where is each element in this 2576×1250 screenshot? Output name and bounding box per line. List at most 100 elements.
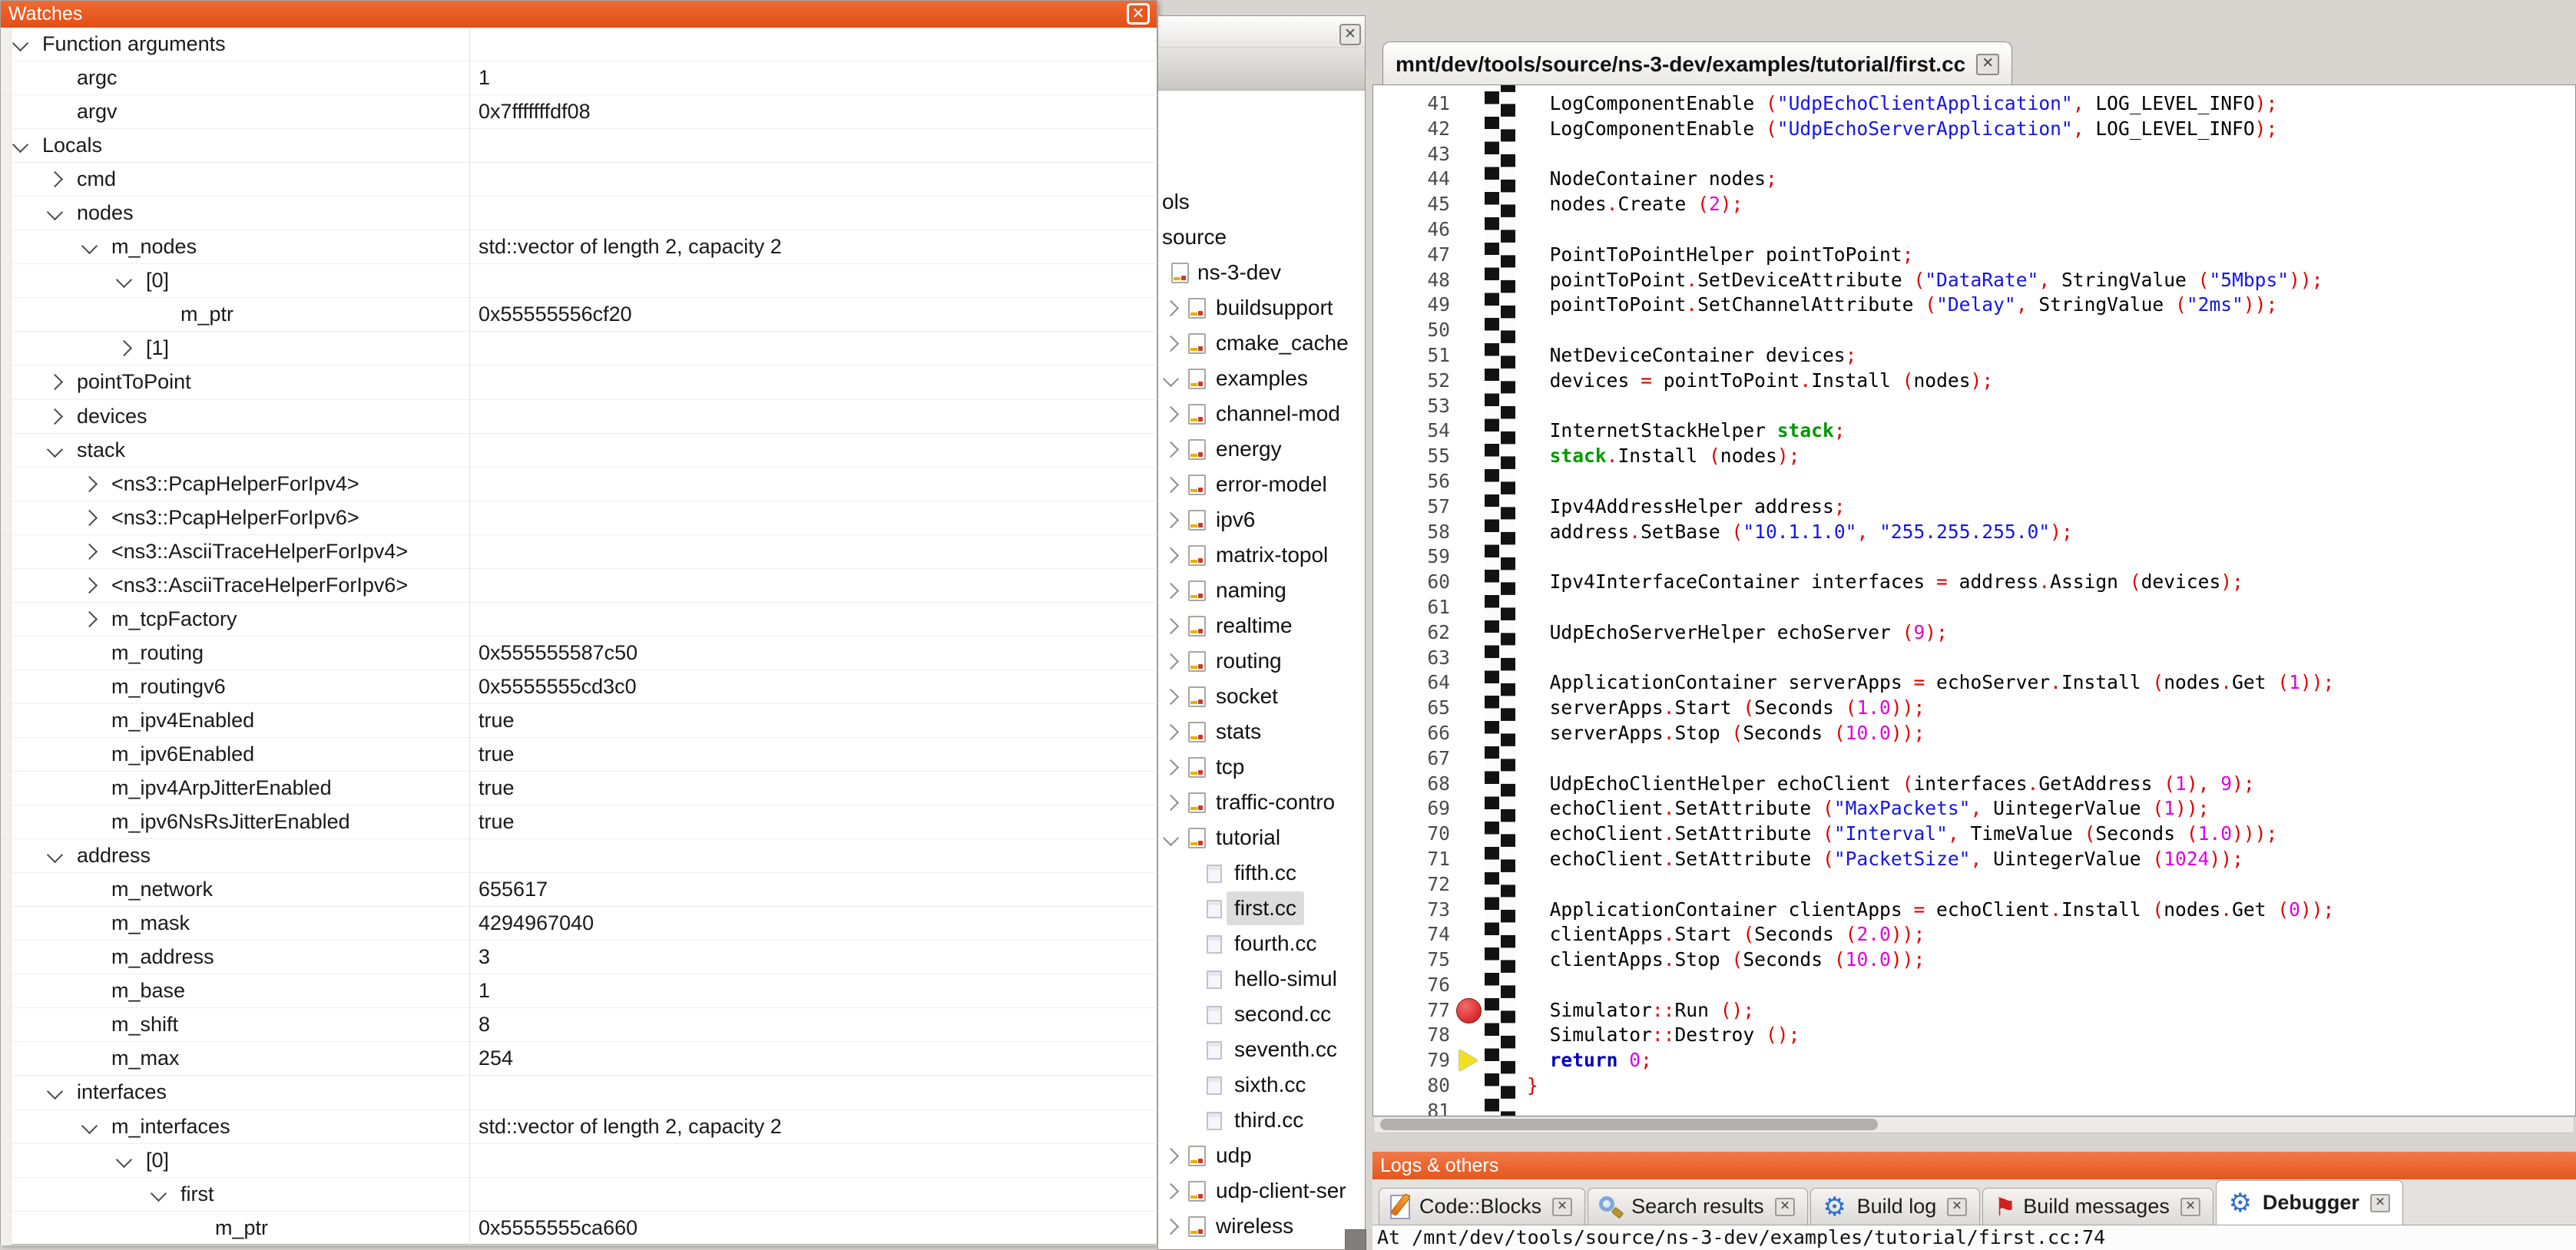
line-number[interactable]: 66 — [1373, 721, 1450, 746]
watch-row[interactable]: pointToPoint — [1, 365, 1158, 399]
code-line-71[interactable]: 71 echoClient.SetAttribute ("PacketSize"… — [1373, 847, 2575, 872]
chevron-right-icon[interactable] — [47, 408, 63, 424]
logs-tab-search-results[interactable]: Search results✕ — [1588, 1188, 1808, 1225]
chevron-down-icon[interactable] — [47, 1083, 63, 1100]
tree-item-sixth-cc[interactable]: sixth.cc — [1158, 1068, 1365, 1103]
watch-row[interactable]: <ns3::AsciiTraceHelperForIpv4> — [1, 535, 1158, 569]
logs-tab-debugger[interactable]: ⚙Debugger✕ — [2216, 1180, 2403, 1225]
chevron-right-icon[interactable] — [47, 374, 63, 390]
line-number[interactable]: 41 — [1373, 91, 1450, 117]
line-number[interactable]: 72 — [1373, 872, 1450, 898]
editor-horizontal-scrollbar[interactable] — [1373, 1116, 2574, 1133]
tree-item-fourth-cc[interactable]: fourth.cc — [1158, 927, 1365, 962]
chevron-down-icon[interactable] — [47, 847, 63, 863]
close-icon[interactable]: ✕ — [2180, 1198, 2200, 1216]
logs-tab-code-blocks[interactable]: Code::Blocks✕ — [1379, 1188, 1585, 1225]
code-line-41[interactable]: 41 LogComponentEnable ("UdpEchoClientApp… — [1373, 91, 2575, 117]
tree-item-label[interactable]: cmake_cache — [1216, 326, 1349, 360]
code-line-60[interactable]: 60 Ipv4InterfaceContainer interfaces = a… — [1373, 570, 2575, 595]
chevron-right-icon[interactable] — [1163, 336, 1179, 352]
tree-item-channel-mod[interactable]: channel-mod — [1158, 397, 1365, 432]
line-number[interactable]: 76 — [1373, 973, 1450, 998]
line-number[interactable]: 81 — [1373, 1099, 1450, 1116]
watch-row[interactable]: m_max254 — [1, 1042, 1158, 1076]
code-line-70[interactable]: 70 echoClient.SetAttribute ("Interval", … — [1373, 822, 2575, 847]
code-line-64[interactable]: 64 ApplicationContainer serverApps = ech… — [1373, 670, 2575, 696]
tree-item-udp[interactable]: udp — [1158, 1139, 1365, 1174]
code-line-50[interactable]: 50 — [1373, 318, 2575, 343]
chevron-right-icon[interactable] — [1163, 759, 1179, 775]
chevron-right-icon[interactable] — [116, 340, 132, 356]
code-line-49[interactable]: 49 pointToPoint.SetChannelAttribute ("De… — [1373, 293, 2575, 318]
code-line-67[interactable]: 67 — [1373, 746, 2575, 772]
code-line-44[interactable]: 44 NodeContainer nodes; — [1373, 167, 2575, 192]
chevron-right-icon[interactable] — [1163, 795, 1179, 811]
chevron-right-icon[interactable] — [1163, 1183, 1179, 1199]
tree-item-routing[interactable]: routing — [1158, 644, 1365, 680]
line-number[interactable]: 49 — [1373, 293, 1450, 318]
line-number[interactable]: 61 — [1373, 595, 1450, 620]
code-line-42[interactable]: 42 LogComponentEnable ("UdpEchoServerApp… — [1373, 117, 2575, 142]
line-number[interactable]: 77 — [1373, 998, 1450, 1023]
line-number[interactable]: 80 — [1373, 1073, 1450, 1099]
tree-item-second-cc[interactable]: second.cc — [1158, 997, 1365, 1033]
chevron-right-icon[interactable] — [1163, 441, 1179, 458]
line-number[interactable]: 51 — [1373, 343, 1450, 369]
code-line-69[interactable]: 69 echoClient.SetAttribute ("MaxPackets"… — [1373, 796, 2575, 822]
watch-row[interactable]: m_base1 — [1, 974, 1158, 1008]
chevron-right-icon[interactable] — [1163, 653, 1179, 670]
chevron-down-icon[interactable] — [12, 137, 28, 153]
code-line-80[interactable]: 80} — [1373, 1073, 2575, 1099]
tree-item-naming[interactable]: naming — [1158, 574, 1365, 609]
tree-item-label[interactable]: routing — [1216, 644, 1282, 678]
chevron-down-icon[interactable] — [1163, 830, 1179, 846]
tree-item-realtime[interactable]: realtime — [1158, 609, 1365, 644]
tree-item-label[interactable]: realtime — [1216, 609, 1293, 643]
code-line-58[interactable]: 58 address.SetBase ("10.1.1.0", "255.255… — [1373, 520, 2575, 545]
tree-item-label[interactable]: sixth.cc — [1234, 1068, 1306, 1102]
logs-tab-build-messages[interactable]: ⚑Build messages✕ — [1982, 1188, 2213, 1225]
chevron-down-icon[interactable] — [116, 272, 132, 288]
line-number[interactable]: 58 — [1373, 520, 1450, 545]
tree-item-cmake-cache[interactable]: cmake_cache — [1158, 326, 1365, 362]
chevron-down-icon[interactable] — [151, 1185, 167, 1201]
watch-row[interactable]: m_address3 — [1, 941, 1158, 974]
tree-item-third-cc[interactable]: third.cc — [1158, 1103, 1365, 1139]
tree-item-label[interactable]: traffic-contro — [1216, 785, 1335, 819]
logs-tab-build-log[interactable]: ⚙Build log✕ — [1810, 1188, 1981, 1225]
code-line-59[interactable]: 59 — [1373, 544, 2575, 570]
code-line-76[interactable]: 76 — [1373, 973, 2575, 998]
code-line-77[interactable]: 77 Simulator::Run (); — [1373, 998, 2575, 1023]
code-line-56[interactable]: 56 — [1373, 469, 2575, 494]
tree-item-label[interactable]: tutorial — [1216, 821, 1280, 855]
code-line-63[interactable]: 63 — [1373, 646, 2575, 671]
tree-item-label[interactable]: fifth.cc — [1234, 856, 1296, 890]
watches-titlebar[interactable]: Watches ✕ — [1, 1, 1157, 28]
close-icon[interactable]: ✕ — [1976, 54, 1999, 75]
line-number[interactable]: 42 — [1373, 117, 1450, 142]
tree-item-label[interactable]: fourth.cc — [1234, 927, 1316, 961]
watch-row[interactable]: m_shift8 — [1, 1008, 1158, 1042]
chevron-right-icon[interactable] — [1163, 618, 1179, 634]
code-line-68[interactable]: 68 UdpEchoClientHelper echoClient (inter… — [1373, 772, 2575, 797]
chevron-right-icon[interactable] — [1163, 547, 1179, 564]
watch-row[interactable]: m_interfacesstd::vector of length 2, cap… — [1, 1110, 1158, 1144]
watch-row[interactable]: cmd — [1, 163, 1158, 197]
tree-item-label[interactable]: channel-mod — [1216, 397, 1340, 431]
tree-item-label[interactable]: third.cc — [1234, 1103, 1303, 1137]
line-number[interactable]: 43 — [1373, 142, 1450, 167]
watch-row[interactable]: m_network655617 — [1, 873, 1158, 907]
tree-item-label[interactable]: hello-simul — [1234, 962, 1337, 996]
tree-item-examples[interactable]: examples — [1158, 362, 1365, 397]
line-number[interactable]: 45 — [1373, 192, 1450, 217]
line-number[interactable]: 68 — [1373, 772, 1450, 797]
tree-item-fifth-cc[interactable]: fifth.cc — [1158, 856, 1365, 891]
tree-item-traffic-contro[interactable]: traffic-contro — [1158, 785, 1365, 821]
line-number[interactable]: 48 — [1373, 268, 1450, 293]
chevron-right-icon[interactable] — [81, 544, 98, 560]
tree-item-label[interactable]: matrix-topol — [1216, 538, 1328, 572]
chevron-down-icon[interactable] — [47, 441, 63, 457]
watch-row[interactable]: Locals — [1, 129, 1158, 163]
watch-row[interactable]: <ns3::PcapHelperForIpv6> — [1, 501, 1158, 535]
line-number[interactable]: 52 — [1373, 369, 1450, 394]
